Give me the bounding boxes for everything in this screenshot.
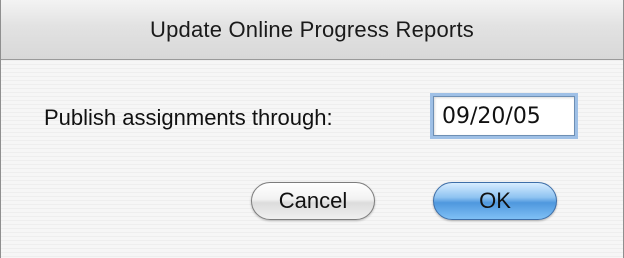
dialog-titlebar: Update Online Progress Reports <box>1 0 623 60</box>
cancel-button-label: Cancel <box>278 188 348 213</box>
ok-button[interactable]: OK <box>433 182 557 220</box>
update-progress-reports-dialog: Update Online Progress Reports Publish a… <box>0 0 624 258</box>
ok-button-label: OK <box>479 188 511 213</box>
dialog-title: Update Online Progress Reports <box>150 17 474 42</box>
cancel-button[interactable]: Cancel <box>251 182 375 220</box>
publish-date-field[interactable] <box>433 96 575 136</box>
publish-through-label: Publish assignments through: <box>44 105 333 130</box>
